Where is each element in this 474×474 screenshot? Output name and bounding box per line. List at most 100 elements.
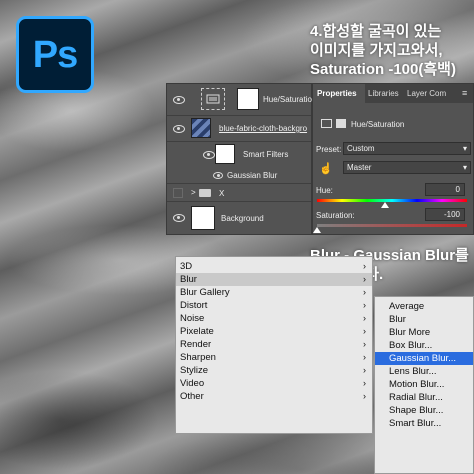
saturation-label: Saturation: [316,211,355,220]
layer-label: Gaussian Blur [227,171,278,180]
chevron-right-icon: › [363,326,366,336]
menu-item-label: Noise [180,313,205,324]
properties-header: Hue/Saturation [351,120,405,129]
menu-item-label: Render [180,339,212,350]
chevron-right-icon: › [363,313,366,323]
menu-item-label: Other [180,391,204,402]
menu-item-label: Stylize [180,365,208,376]
smart-filter-thumbnail [215,144,235,164]
chevron-right-icon: › [363,391,366,401]
layer-mask-thumbnail [237,88,259,110]
submenu-item-label: Smart Blur... [389,418,442,429]
submenu-item-shape-blur[interactable]: Shape Blur... [375,404,473,417]
adjustment-icon [321,119,332,128]
layer-label: Hue/Saturation [263,95,317,104]
chevron-right-icon[interactable]: > [191,188,196,197]
menu-item-noise[interactable]: Noise › [176,312,372,325]
hand-tool-icon[interactable]: ☝ [319,162,333,175]
hue-label: Hue: [316,186,333,195]
submenu-item-blur[interactable]: Blur [375,313,473,326]
caption-top-line: Saturation -100(흑백) [310,61,456,78]
blur-submenu: Average Blur Blur More Box Blur... Gauss… [374,296,474,474]
panel-menu-icon[interactable]: ≡ [462,84,467,103]
menu-item-label: Distort [180,300,208,311]
submenu-item-label: Box Blur... [389,340,433,351]
layer-row-background[interactable]: Background [167,202,311,234]
visibility-toggle-empty[interactable] [173,188,183,198]
menu-item-label: Video [180,378,205,389]
submenu-item-gaussian-blur[interactable]: Gaussian Blur... [375,352,473,365]
background-thumbnail [191,206,215,230]
submenu-item-lens-blur[interactable]: Lens Blur... [375,365,473,378]
menu-item-sharpen[interactable]: Sharpen › [176,351,372,364]
saturation-input[interactable]: -100 [425,208,465,221]
layer-label: Smart Filters [243,150,289,159]
layer-row-fabric[interactable]: blue-fabric-cloth-backgro [167,116,311,142]
chevron-down-icon: ▾ [462,163,467,172]
channel-select[interactable]: Master ▾ [343,161,471,174]
submenu-item-label: Blur [389,314,406,325]
chevron-right-icon: › [363,339,366,349]
chevron-right-icon: › [363,287,366,297]
chevron-right-icon: › [363,261,366,271]
tab-properties[interactable]: Properties [313,84,365,103]
chevron-right-icon: › [363,365,366,375]
submenu-item-label: Blur More [389,327,431,338]
menu-item-other[interactable]: Other › [176,390,372,403]
chevron-right-icon: › [363,352,366,362]
menu-item-stylize[interactable]: Stylize › [176,364,372,377]
caption-top-line: 이미지를 가지고와서, [310,42,443,59]
tab-libraries[interactable]: Libraries [368,84,399,103]
layer-label: Background [221,214,264,223]
folder-icon [199,189,211,197]
submenu-item-smart-blur[interactable]: Smart Blur... [375,417,473,430]
visibility-eye-icon[interactable] [173,96,185,104]
menu-item-label: Blur Gallery [180,287,230,298]
layer-row-group-x[interactable]: > X [167,184,311,202]
layers-panel: Hue/Saturation blue-fabric-cloth-backgro… [166,83,316,235]
menu-item-blur-gallery[interactable]: Blur Gallery › [176,286,372,299]
layer-row-gaussian-blur[interactable]: Gaussian Blur [167,168,311,184]
fabric-thumbnail [191,118,211,138]
chevron-right-icon: › [363,300,366,310]
saturation-slider-track[interactable] [317,224,467,227]
menu-item-label: Sharpen [180,352,216,363]
menu-item-3d[interactable]: 3D › [176,260,372,273]
submenu-item-label: Shape Blur... [389,405,444,416]
menu-item-blur[interactable]: Blur › [176,273,372,286]
preset-value: Custom [347,144,375,153]
menu-item-label: Pixelate [180,326,214,337]
visibility-eye-icon[interactable] [173,214,185,222]
visibility-eye-icon[interactable] [173,125,185,133]
menu-item-distort[interactable]: Distort › [176,299,372,312]
submenu-item-motion-blur[interactable]: Motion Blur... [375,378,473,391]
hue-slider-track[interactable] [317,199,467,202]
menu-item-render[interactable]: Render › [176,338,372,351]
channel-value: Master [347,163,372,172]
visibility-eye-icon[interactable] [203,151,215,159]
hue-input[interactable]: 0 [425,183,465,196]
menu-item-video[interactable]: Video › [176,377,372,390]
submenu-item-label: Average [389,301,425,312]
submenu-item-average[interactable]: Average [375,300,473,313]
layer-label: blue-fabric-cloth-backgro [219,124,308,133]
caption-top: 4.합성할 굴곡이 있는 이미지를 가지고와서, Saturation -100… [310,22,456,79]
chevron-down-icon: ▾ [462,144,467,153]
submenu-item-blur-more[interactable]: Blur More [375,326,473,339]
caption-top-line: 4.합성할 굴곡이 있는 [310,23,442,40]
submenu-item-box-blur[interactable]: Box Blur... [375,339,473,352]
visibility-eye-icon[interactable] [213,172,223,179]
submenu-item-label: Radial Blur... [389,392,443,403]
layer-row-hue-saturation[interactable]: Hue/Saturation [167,84,316,116]
layer-row-smart-filters[interactable]: Smart Filters [167,142,311,168]
menu-item-pixelate[interactable]: Pixelate › [176,325,372,338]
properties-panel: Properties Libraries Layer Com ≡ Hue/Sat… [312,83,474,235]
photoshop-logo-text: Ps [32,34,78,76]
adjustment-icon [201,88,225,110]
submenu-item-radial-blur[interactable]: Radial Blur... [375,391,473,404]
menu-item-label: Blur [180,274,197,285]
tab-layer-comps[interactable]: Layer Com [407,84,446,103]
preset-select[interactable]: Custom ▾ [343,142,471,155]
hue-slider-thumb[interactable] [381,202,389,208]
saturation-slider-thumb[interactable] [313,227,321,233]
